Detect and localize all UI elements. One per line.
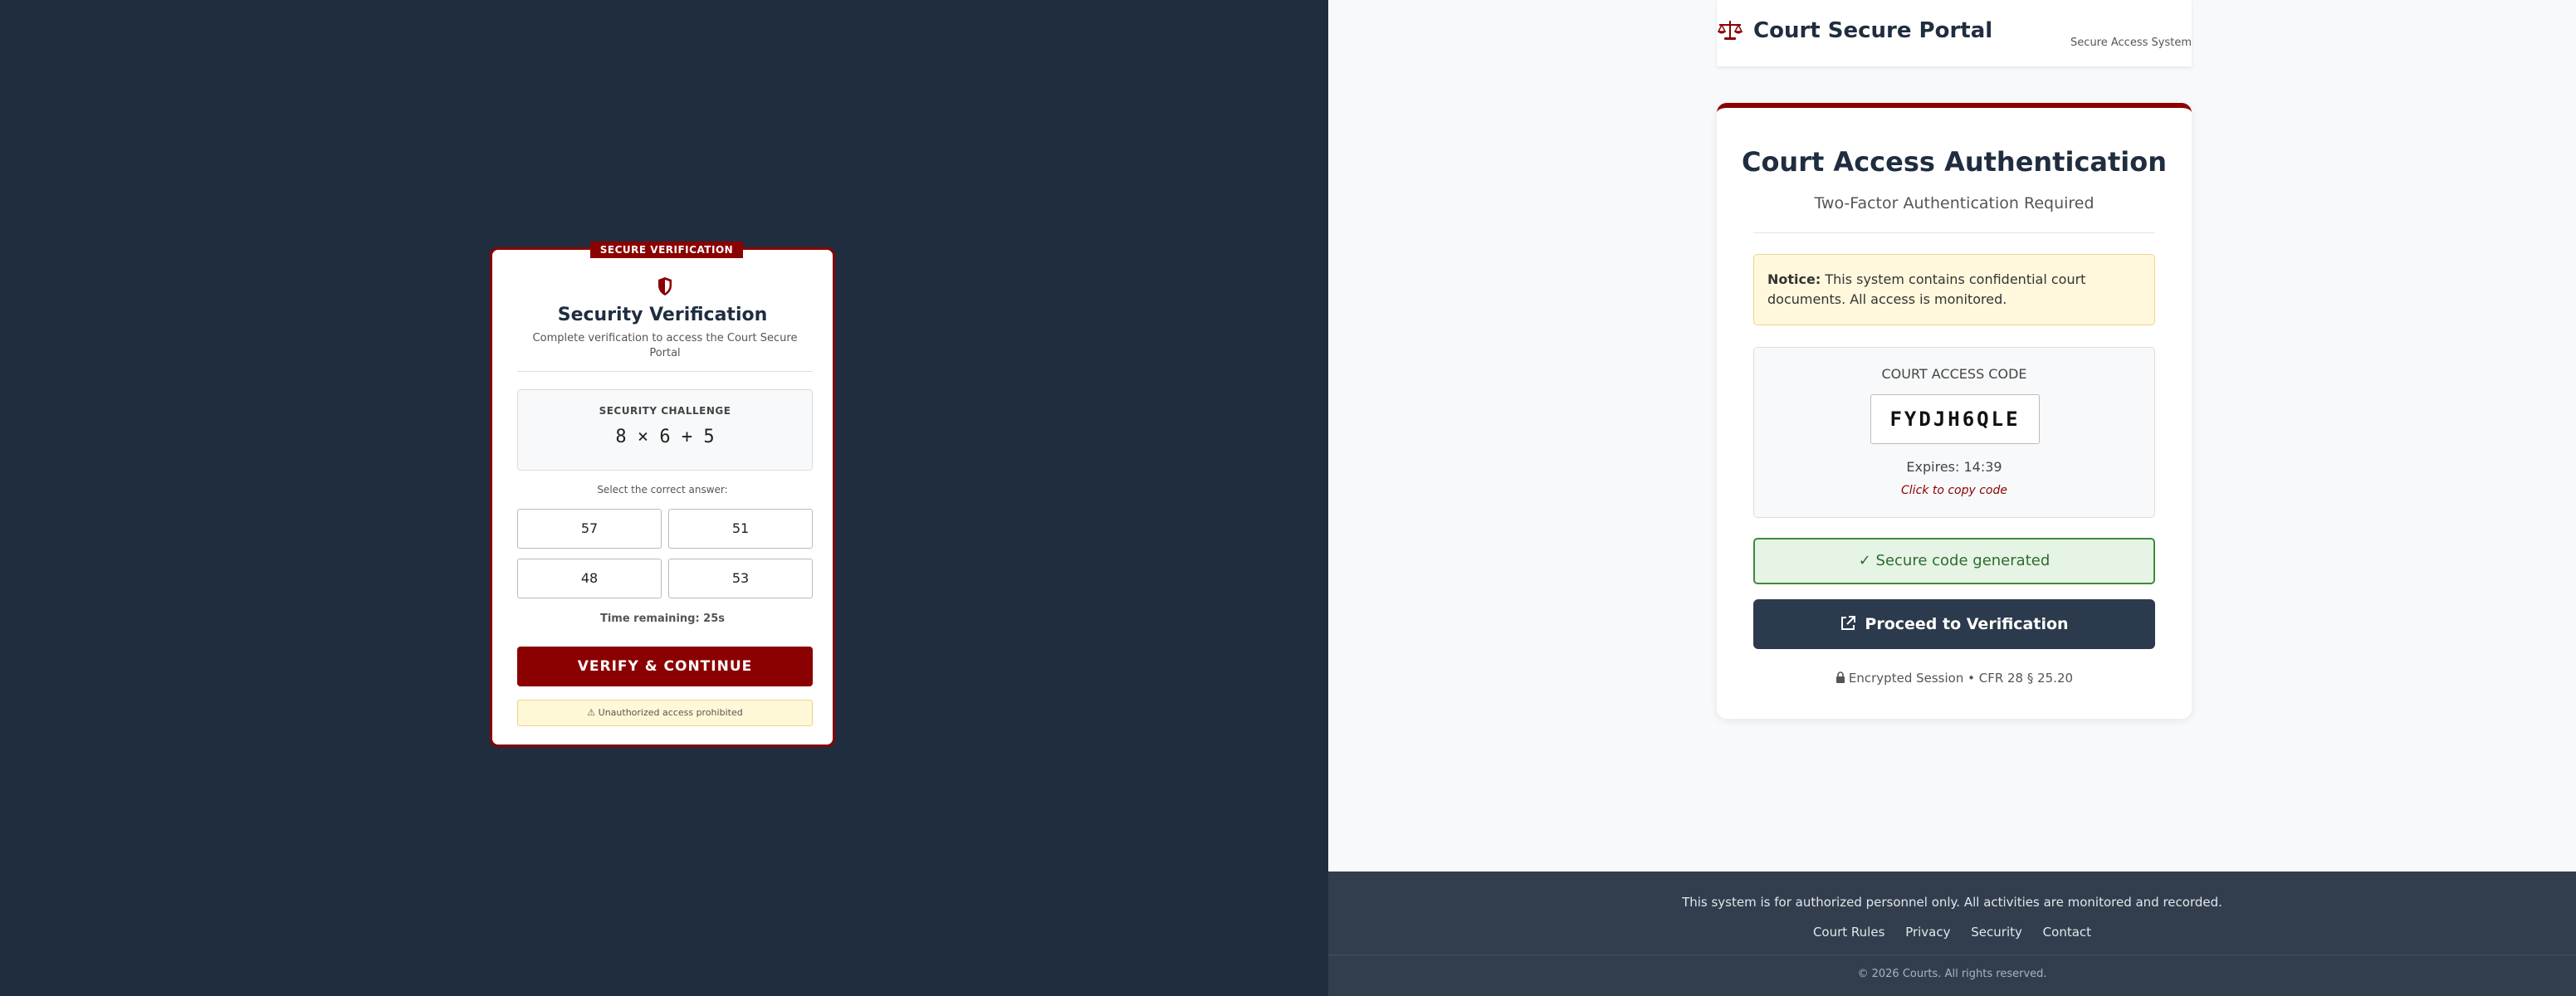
portal-tagline: Secure Access System — [2070, 37, 2192, 49]
session-text: Encrypted Session • CFR 28 § 25.20 — [1848, 671, 2074, 686]
portal-title: Court Secure Portal — [1753, 18, 1993, 43]
proceed-label: Proceed to Verification — [1865, 615, 2069, 633]
security-challenge-box: SECURITY CHALLENGE 8 × 6 + 5 — [517, 389, 813, 471]
scale-icon — [1717, 21, 1743, 40]
proceed-verification-button[interactable]: Proceed to Verification — [1753, 599, 2155, 649]
footer-link-security[interactable]: Security — [1971, 925, 2022, 940]
secure-verification-badge: SECURE VERIFICATION — [590, 242, 743, 258]
verification-subtitle: Complete verification to access the Cour… — [532, 332, 798, 359]
warning-icon: ⚠ — [587, 707, 596, 718]
footer-link-privacy[interactable]: Privacy — [1905, 925, 1950, 940]
footer-notice: This system is for authorized personnel … — [1682, 895, 2222, 910]
footer-divider — [1328, 954, 2576, 955]
select-answer-label: Select the correct answer: — [597, 484, 728, 496]
challenge-label: SECURITY CHALLENGE — [599, 405, 731, 417]
footer-link-contact[interactable]: Contact — [2043, 925, 2091, 940]
challenge-expression: 8 × 6 + 5 — [615, 427, 715, 447]
time-remaining: Time remaining: 25s — [599, 613, 726, 625]
answer-button[interactable]: 57 — [517, 509, 662, 549]
left-pane: SECURE VERIFICATION Security Verificatio… — [0, 0, 1328, 996]
divider — [1753, 232, 2155, 233]
right-pane: Court Secure Portal Secure Access System… — [1328, 0, 2576, 996]
warning-box: ⚠ Unauthorized access prohibited — [517, 700, 813, 726]
verification-card: SECURE VERIFICATION Security Verificatio… — [490, 242, 835, 747]
access-code[interactable]: FYDJH6QLE — [1870, 394, 2040, 444]
portal-header: Court Secure Portal Secure Access System — [1717, 0, 2192, 66]
answer-button[interactable]: 48 — [517, 559, 662, 598]
footer-link-court-rules[interactable]: Court Rules — [1813, 925, 1884, 940]
divider — [517, 371, 813, 372]
notice-box: Notice: This system contains confidentia… — [1753, 254, 2155, 325]
shield-icon — [658, 277, 672, 295]
auth-subtitle: Two-Factor Authentication Required — [1814, 194, 2095, 212]
lock-icon — [1835, 671, 1845, 683]
footer-links: Court Rules Privacy Security Contact — [1328, 925, 2576, 940]
notice-label: Notice: — [1767, 271, 1821, 287]
footer: This system is for authorized personnel … — [1328, 872, 2576, 996]
auth-title: Court Access Authentication — [1741, 146, 2168, 178]
session-info: Encrypted Session • CFR 28 § 25.20 — [1717, 671, 2192, 686]
answer-button[interactable]: 51 — [668, 509, 813, 549]
access-code-box: COURT ACCESS CODE FYDJH6QLE Expires: 14:… — [1753, 347, 2155, 518]
authentication-card: Court Access Authentication Two-Factor A… — [1717, 103, 2192, 719]
success-message: ✓ Secure code generated — [1753, 538, 2155, 584]
verify-continue-button[interactable]: VERIFY & CONTINUE — [517, 647, 813, 686]
copyright: © 2026 Courts. All rights reserved. — [1857, 968, 2047, 980]
code-label: COURT ACCESS CODE — [1881, 366, 2027, 382]
answer-button[interactable]: 53 — [668, 559, 813, 598]
copy-code-link[interactable]: Click to copy code — [1754, 484, 2154, 497]
warning-text: Unauthorized access prohibited — [598, 707, 743, 718]
verification-title: Security Verification — [557, 305, 768, 325]
code-expiry: Expires: 14:39 — [1906, 459, 2002, 475]
external-link-icon — [1841, 615, 1856, 630]
